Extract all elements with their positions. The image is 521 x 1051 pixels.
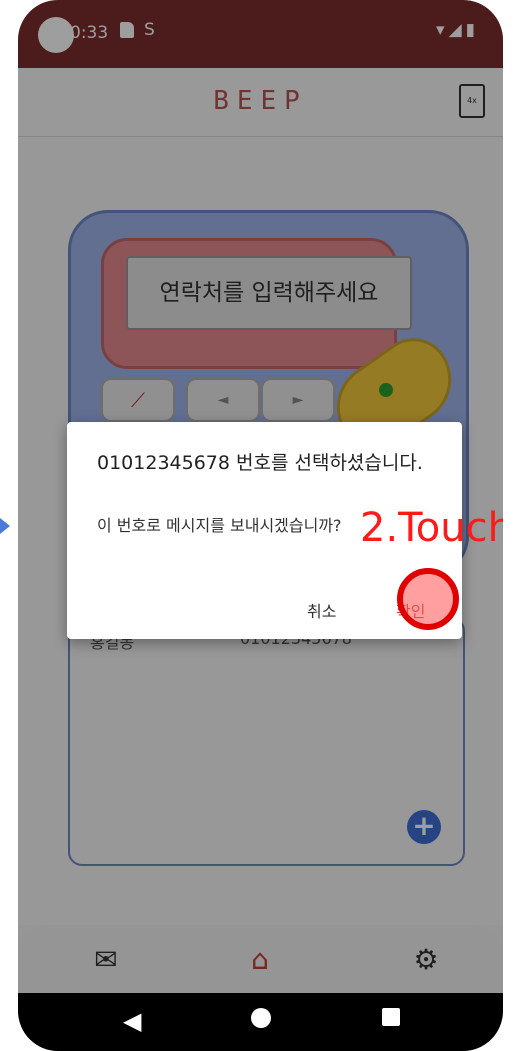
touch-annotation: 2.Touch xyxy=(360,505,503,551)
side-arrow-indicator xyxy=(0,518,10,534)
touch-indicator xyxy=(397,568,459,630)
system-navigation-bar: ◀ xyxy=(18,993,503,1051)
phone-frame: 0:33 S ▾◢▮ BEEP 4x 연락처를 입력해주세요 ⟋ ◄ ► 홍길동… xyxy=(18,0,503,1051)
cancel-button[interactable]: 취소 xyxy=(307,598,336,622)
back-icon[interactable]: ◀ xyxy=(123,1007,141,1035)
dialog-title: 01012345678 번호를 선택하셨습니다. xyxy=(97,452,423,474)
recent-apps-icon[interactable] xyxy=(382,1008,400,1026)
home-button-icon[interactable] xyxy=(251,1008,271,1028)
